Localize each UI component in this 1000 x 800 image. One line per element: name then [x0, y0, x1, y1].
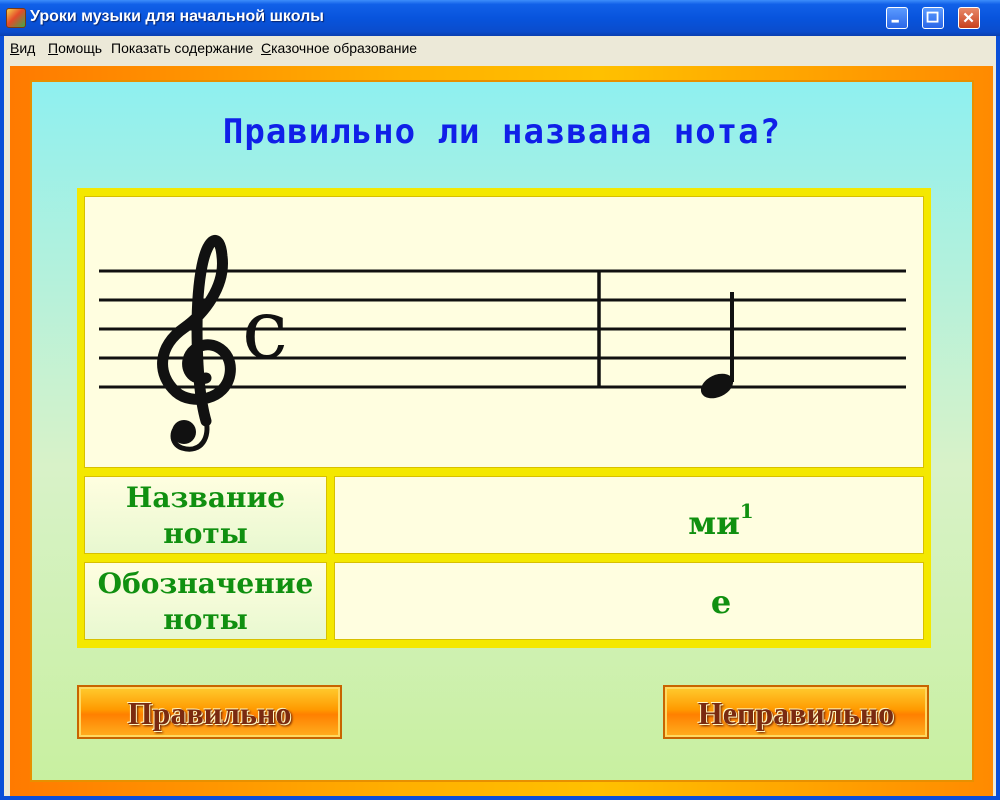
minimize-button[interactable] — [886, 7, 908, 29]
minimize-icon — [891, 19, 899, 23]
note-symbol-value-cell: e — [334, 562, 924, 640]
close-button[interactable] — [958, 7, 980, 29]
menu-label: ержание — [197, 40, 254, 56]
restore-icon — [926, 11, 939, 23]
menu-label: омощь — [58, 40, 103, 56]
correct-button[interactable]: Правильно — [77, 685, 342, 739]
music-staff: c — [99, 234, 906, 452]
note-symbol-label-cell: Обозначение ноты — [84, 562, 327, 640]
question-title: Правильно ли названа нота? — [222, 112, 782, 152]
close-icon — [963, 12, 974, 23]
note-name-label-cell: Название ноты — [84, 476, 327, 554]
incorrect-button-label: Неправильно — [697, 695, 895, 731]
note-symbol-label: Обозначение ноты — [97, 567, 314, 636]
menu-accel: В — [10, 40, 20, 56]
menu-bar: Вид Помощь Показать содержание Сказочное… — [4, 36, 996, 60]
menu-accel: д — [189, 40, 198, 56]
menu-label: казочное образование — [271, 40, 418, 56]
app-icon[interactable] — [6, 8, 26, 28]
menu-accel: П — [48, 40, 59, 56]
maximize-button[interactable] — [922, 7, 944, 29]
window-title: Уроки музыки для начальной школы — [30, 8, 324, 25]
quarter-note-icon — [700, 292, 734, 399]
app-window: Уроки музыки для начальной школы Вид Пом… — [0, 0, 1000, 800]
menu-label: Показать со — [111, 40, 190, 56]
title-bar[interactable]: Уроки музыки для начальной школы — [0, 0, 1000, 36]
menu-help[interactable]: Помощь — [48, 40, 102, 56]
correct-button-label: Правильно — [127, 695, 292, 731]
menu-accel: С — [261, 40, 272, 56]
menu-view[interactable]: Вид — [10, 40, 35, 56]
octave-number: 1 — [739, 499, 754, 523]
menu-label: ид — [19, 40, 36, 56]
incorrect-button[interactable]: Неправильно — [663, 685, 929, 739]
note-name-text: ми — [688, 504, 740, 542]
time-signature: c — [242, 283, 288, 378]
menu-show-contents[interactable]: Показать содержание — [111, 40, 253, 56]
note-name-label: Название ноты — [125, 481, 286, 550]
note-name-value-cell: ми1 — [334, 476, 924, 554]
note-symbol-value: e — [710, 583, 732, 621]
note-name-value: ми1 — [427, 499, 1000, 542]
menu-fairy-education[interactable]: Сказочное образование — [261, 40, 417, 56]
